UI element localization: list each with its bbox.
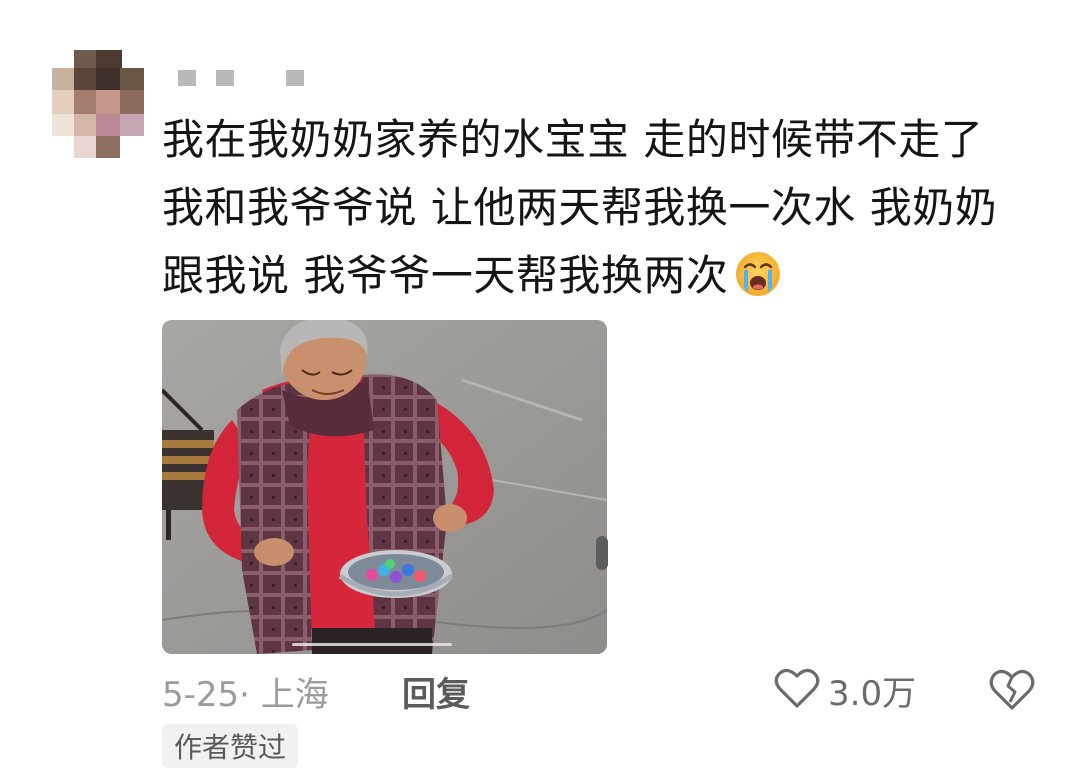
avatar-pixel xyxy=(74,114,96,136)
loudly-crying-face-icon xyxy=(734,250,782,298)
reply-button[interactable]: 回复 xyxy=(402,668,470,715)
avatar-pixel xyxy=(74,90,96,114)
username-block xyxy=(286,70,304,86)
comment-photo[interactable] xyxy=(162,320,607,654)
avatar-pixel xyxy=(74,68,96,90)
like-count: 3.0万 xyxy=(828,673,917,714)
avatar-pixel xyxy=(120,114,144,136)
comment-line: 我在我奶奶家养的水宝宝 走的时候带不走了 xyxy=(162,115,984,164)
avatar-pixel xyxy=(96,114,120,136)
comment-text: 我在我奶奶家养的水宝宝 走的时候带不走了 我和我爷爷说 让他两天帮我换一次水 我… xyxy=(162,106,1042,310)
avatar-pixel xyxy=(120,68,144,90)
avatar-pixel xyxy=(74,136,96,158)
avatar-pixel xyxy=(96,68,120,90)
avatar-pixel xyxy=(52,68,74,90)
avatar-pixel xyxy=(52,90,74,114)
avatar-pixel xyxy=(96,50,122,68)
author-liked-badge: 作者赞过 xyxy=(162,724,299,768)
avatar-pixel xyxy=(120,90,144,114)
avatar-pixel xyxy=(96,136,120,158)
avatar[interactable] xyxy=(52,50,144,158)
avatar-pixel xyxy=(74,50,96,68)
heart-outline-icon xyxy=(774,667,820,713)
broken-heart-icon xyxy=(988,669,1036,716)
avatar-pixel xyxy=(96,90,120,114)
avatar-pixel xyxy=(52,114,74,136)
comment-date-location: 5-25· 上海 xyxy=(162,674,329,715)
comment-line-text: 跟我说 我爷爷一天帮我换两次 xyxy=(162,251,729,300)
media-progress-indicator xyxy=(292,643,452,646)
username-block xyxy=(216,70,234,86)
dislike-button[interactable] xyxy=(988,666,1036,714)
like-button[interactable]: 3.0万 xyxy=(774,664,916,716)
comment-line: 我和我爷爷说 让他两天帮我换一次水 我奶奶 xyxy=(162,183,998,232)
comment-line: 跟我说 我爷爷一天帮我换两次 xyxy=(162,242,1042,310)
username-block xyxy=(178,70,196,86)
photo-scroll-handle[interactable] xyxy=(596,536,608,570)
